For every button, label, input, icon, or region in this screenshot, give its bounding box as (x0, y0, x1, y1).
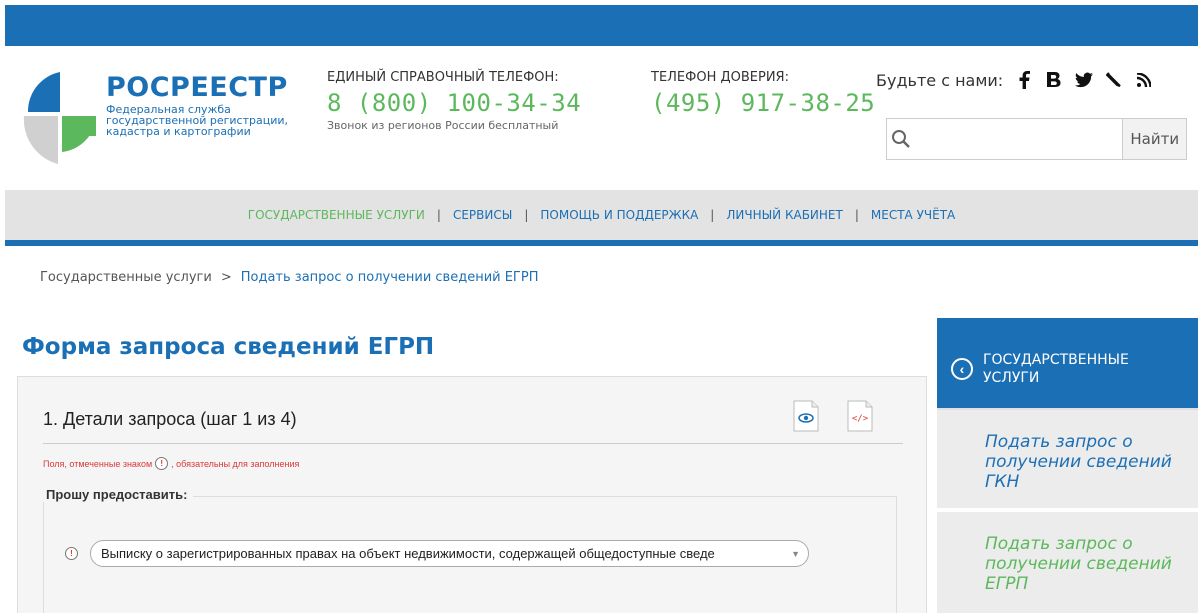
social-label: Будьте с нами: (876, 70, 1004, 90)
required-mark-icon: ! (155, 457, 169, 470)
trust-line-block: ТЕЛЕФОН ДОВЕРИЯ: (495) 917-38-25 (651, 70, 875, 117)
hotline-block: ЕДИНЫЙ СПРАВОЧНЫЙ ТЕЛЕФОН: 8 (800) 100-3… (327, 70, 581, 132)
select-value: Выписку о зарегистрированных правах на о… (101, 546, 715, 561)
twitter-icon[interactable] (1075, 70, 1094, 90)
xml-code-icon[interactable]: </> (846, 399, 874, 433)
form-divider (43, 443, 903, 444)
search-input[interactable] (915, 119, 1123, 159)
rosreestr-logo[interactable]: РОСРЕЕСТР Федеральная служба государстве… (22, 60, 292, 170)
back-arrow-icon: ‹ (951, 358, 973, 380)
search-box: Найти (886, 118, 1187, 160)
required-fields-note: Поля, отмеченные знаком ! , обязательны … (43, 457, 299, 470)
hotline-label: ЕДИНЫЙ СПРАВОЧНЫЙ ТЕЛЕФОН: (327, 70, 559, 85)
nav-separator: | (436, 208, 441, 222)
vk-icon[interactable] (1045, 70, 1063, 90)
request-form: 1. Детали запроса (шаг 1 из 4) </> Поля,… (17, 376, 927, 613)
hotline-note: Звонок из регионов России бесплатный (327, 119, 559, 132)
nav-item-offices[interactable]: МЕСТА УЧЁТА (867, 208, 959, 222)
sidebar-heading[interactable]: ‹ ГОСУДАРСТВЕННЫЕ УСЛУГИ (937, 318, 1198, 420)
page-title: Форма запроса сведений ЕГРП (22, 334, 435, 360)
breadcrumb: Государственные услуги > Подать запрос о п… (40, 270, 538, 285)
search-icon (887, 119, 915, 159)
chevron-down-icon: ▼ (791, 548, 800, 559)
trust-line-label: ТЕЛЕФОН ДОВЕРИЯ: (651, 70, 789, 85)
nav-separator: | (854, 208, 859, 222)
facebook-icon[interactable] (1015, 70, 1033, 90)
main-nav: ГОСУДАРСТВЕННЫЕ УСЛУГИ | СЕРВИСЫ | ПОМОЩ… (5, 190, 1198, 246)
breadcrumb-root[interactable]: Государственные услуги (40, 270, 212, 285)
required-note-text-end: , обязательны для заполнения (171, 458, 300, 469)
sidebar-item-egrp[interactable]: Подать запрос о получении сведений ЕГРП (937, 510, 1198, 613)
sidebar-heading-label: ГОСУДАРСТВЕННЫЕ УСЛУГИ (983, 352, 1129, 386)
livejournal-icon[interactable] (1105, 70, 1123, 90)
preview-icon[interactable] (792, 399, 820, 433)
nav-item-help[interactable]: ПОМОЩЬ И ПОДДЕРЖКА (536, 208, 702, 222)
hotline-number[interactable]: 8 (800) 100-34-34 (327, 89, 581, 117)
request-type-select[interactable]: Выписку о зарегистрированных правах на о… (90, 540, 809, 567)
nav-separator: | (524, 208, 529, 222)
required-mark-icon: ! (65, 547, 78, 560)
fieldset-legend: Прошу предоставить: (40, 487, 194, 502)
form-step-heading: 1. Детали запроса (шаг 1 из 4) (43, 409, 297, 429)
logo-name: РОСРЕЕСТР (106, 72, 288, 103)
nav-item-gov-services[interactable]: ГОСУДАРСТВЕННЫЕ УСЛУГИ (244, 208, 429, 222)
logo-mark-icon (23, 72, 96, 164)
breadcrumb-separator: > (220, 270, 232, 285)
sidebar-item-gkn[interactable]: Подать запрос о получении сведений ГКН (937, 408, 1198, 508)
social-links: Будьте с нами: (876, 70, 1153, 90)
nav-separator: | (710, 208, 715, 222)
top-bar (5, 5, 1198, 46)
nav-item-account[interactable]: ЛИЧНЫЙ КАБИНЕТ (722, 208, 847, 222)
nav-item-services[interactable]: СЕРВИСЫ (449, 208, 516, 222)
breadcrumb-current[interactable]: Подать запрос о получении сведений ЕГРП (241, 270, 539, 285)
request-type-row: ! Выписку о зарегистрированных правах на… (65, 540, 809, 567)
svg-text:</>: </> (852, 414, 869, 424)
rss-icon[interactable] (1135, 70, 1153, 90)
logo-subtitle: Федеральная служба государственной регис… (106, 103, 288, 138)
trust-line-number[interactable]: (495) 917-38-25 (651, 89, 875, 117)
required-note-text: Поля, отмеченные знаком (43, 458, 153, 469)
search-button[interactable]: Найти (1122, 119, 1186, 159)
